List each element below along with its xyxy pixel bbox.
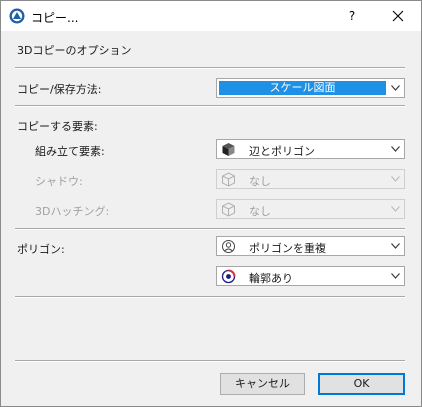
copy-method-dropdown[interactable]: スケール図面 xyxy=(216,78,405,98)
3d-hatching-label: 3Dハッチング: xyxy=(35,205,110,218)
cube-outline-icon xyxy=(222,202,235,217)
outline-value: 輪郭あり xyxy=(249,272,293,285)
polygon-value: ポリゴンを重複 xyxy=(249,242,326,255)
separator xyxy=(15,296,405,298)
copy-dialog: コピー... ? 3Dコピーのオプション コピー/保存方法: スケール図面 コピ… xyxy=(0,0,422,407)
section-title: 3Dコピーのオプション xyxy=(17,44,132,57)
window-title: コピー... xyxy=(31,11,79,25)
elements-header: コピーする要素: xyxy=(17,120,98,133)
3d-hatching-dropdown[interactable]: なし xyxy=(216,199,405,219)
polygon-overlap-icon xyxy=(222,240,235,253)
3d-hatching-value: なし xyxy=(249,205,271,218)
cube-solid-icon xyxy=(222,143,235,156)
assembly-elements-label: 組み立て要素: xyxy=(35,145,105,158)
chevron-down-icon xyxy=(391,243,400,249)
outline-icon xyxy=(221,269,236,284)
assembly-elements-value: 辺とポリゴン xyxy=(249,145,315,158)
chevron-down-icon xyxy=(391,176,400,182)
title-bar: コピー... ? xyxy=(1,1,421,31)
assembly-elements-dropdown[interactable]: 辺とポリゴン xyxy=(216,139,405,159)
shadow-value: なし xyxy=(249,175,271,188)
ok-button[interactable]: OK xyxy=(318,373,405,395)
chevron-down-icon xyxy=(391,206,400,212)
polygon-dropdown[interactable]: ポリゴンを重複 xyxy=(216,236,405,256)
cube-outline-icon xyxy=(222,172,235,187)
chevron-down-icon xyxy=(391,146,400,152)
chevron-down-icon xyxy=(391,85,400,91)
separator xyxy=(15,105,405,107)
separator xyxy=(15,228,405,230)
outline-dropdown[interactable]: 輪郭あり xyxy=(216,266,405,286)
copy-method-value: スケール図面 xyxy=(219,81,386,95)
polygon-label: ポリゴン: xyxy=(17,243,65,256)
shadow-label: シャドウ: xyxy=(35,175,83,188)
chevron-down-icon xyxy=(391,273,400,279)
close-icon[interactable] xyxy=(383,5,413,27)
separator xyxy=(15,360,405,362)
separator xyxy=(15,67,405,69)
shadow-dropdown[interactable]: なし xyxy=(216,169,405,189)
cancel-button[interactable]: キャンセル xyxy=(220,373,305,395)
help-button[interactable]: ? xyxy=(337,5,367,27)
archicad-logo-icon xyxy=(9,8,25,24)
copy-method-label: コピー/保存方法: xyxy=(17,83,102,96)
